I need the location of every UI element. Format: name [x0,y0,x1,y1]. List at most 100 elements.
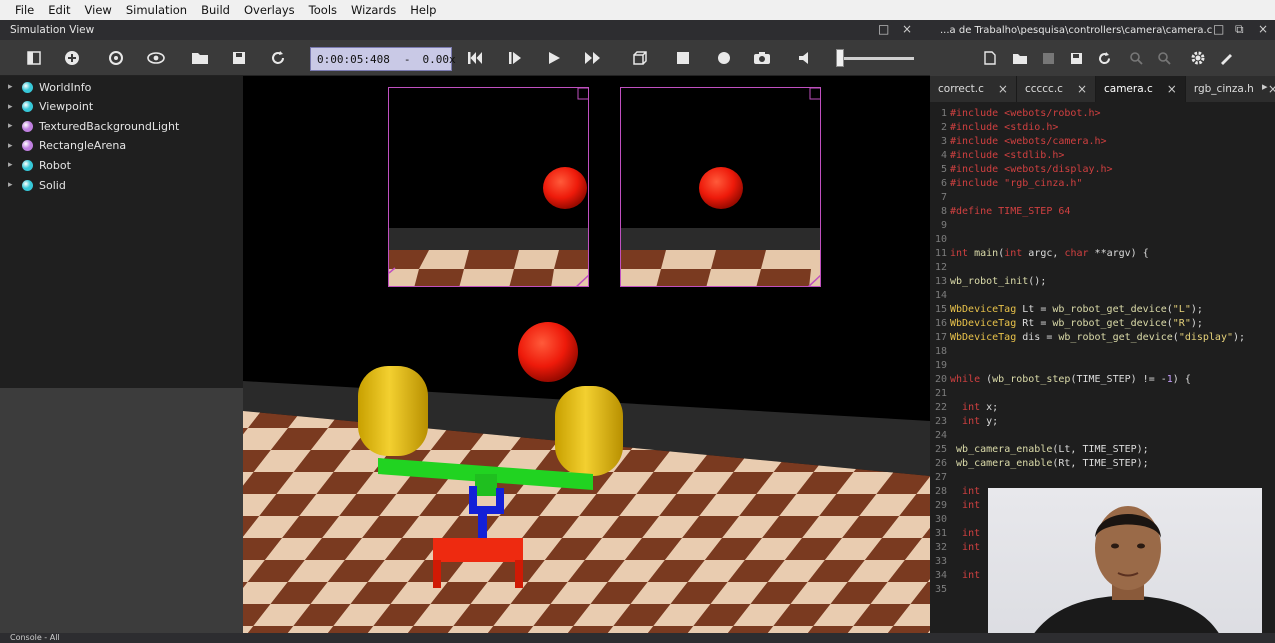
view-3d-icon[interactable] [629,48,649,68]
code-line[interactable]: 7 [930,192,950,206]
menu-view[interactable]: View [78,3,119,17]
close-tab-icon[interactable]: × [1167,82,1177,96]
screenshot-icon[interactable] [752,48,772,68]
reload-icon[interactable] [268,48,288,68]
code-line[interactable]: 19 [930,360,950,374]
save-file-icon[interactable] [1038,48,1058,68]
step-back-icon[interactable] [465,48,485,68]
expand-arrow-icon[interactable]: ▸ [8,160,22,170]
close-tab-icon[interactable]: × [1077,82,1087,96]
expand-arrow-icon[interactable]: ▸ [8,180,22,190]
tree-node-texturedbackgroundlight[interactable]: ▸ TexturedBackgroundLight [8,117,179,135]
code-line[interactable]: 21 [930,388,950,402]
code-line[interactable]: 11 int main(int argc, char **argv) { [930,248,1149,262]
replace-icon[interactable] [1154,48,1174,68]
toggle-panel-icon[interactable] [24,48,44,68]
code-line[interactable]: 6 #include "rgb_cinza.h" [930,178,1082,192]
code-line[interactable]: 18 [930,346,950,360]
tree-node-robot[interactable]: ▸ Robot [8,156,71,174]
code-line[interactable]: 15 WbDeviceTag Lt = wb_robot_get_device("… [930,304,1203,318]
line-code: int [962,500,981,511]
code-line[interactable]: 22 int x; [930,402,998,416]
expand-arrow-icon[interactable]: ▸ [8,121,22,131]
volume-slider-handle[interactable] [836,49,844,67]
code-line[interactable]: 20 while (wb_robot_step(TIME_STEP) != -1)… [930,374,1191,388]
code-line[interactable]: 13 wb_robot_init(); [930,276,1046,290]
right-camera-overlay[interactable] [620,87,821,287]
menu-help[interactable]: Help [403,3,443,17]
restore-icon[interactable]: ⧉ [1235,22,1244,37]
menu-edit[interactable]: Edit [41,3,77,17]
volume-slider[interactable] [838,57,914,60]
code-line[interactable]: 35 [930,584,950,598]
code-line[interactable]: 33 [930,556,950,570]
float-icon[interactable]: □ [878,22,889,36]
new-file-icon[interactable] [980,48,1000,68]
menu-wizards[interactable]: Wizards [344,3,403,17]
code-line[interactable]: 17 WbDeviceTag dis = wb_robot_get_device(… [930,332,1245,346]
menu-tools[interactable]: Tools [302,3,344,17]
code-line[interactable]: 3 #include <webots/camera.h> [930,136,1107,150]
open-world-icon[interactable] [190,48,210,68]
code-line[interactable]: 4 #include <stdlib.h> [930,150,1064,164]
code-line[interactable]: 9 [930,220,950,234]
code-line[interactable]: 26 wb_camera_enable(Rt, TIME_STEP); [930,458,1149,472]
code-line[interactable]: 5 #include <webots/display.h> [930,164,1113,178]
code-line[interactable]: 27 [930,472,950,486]
close-icon[interactable]: × [902,22,912,36]
find-icon[interactable] [1126,48,1146,68]
revert-file-icon[interactable] [1094,48,1114,68]
expand-arrow-icon[interactable]: ▸ [8,102,22,112]
code-line[interactable]: 32 int [930,542,980,556]
tab-ccccc-c[interactable]: ccccc.c × [1017,76,1096,102]
close-tab-icon[interactable]: × [998,82,1008,96]
fast-forward-icon[interactable] [583,48,603,68]
expand-arrow-icon[interactable]: ▸ [8,82,22,92]
code-line[interactable]: 16 WbDeviceTag Rt = wb_robot_get_device("… [930,318,1203,332]
stop-icon[interactable] [673,48,693,68]
close-tab-icon[interactable]: × [1268,82,1275,96]
step-icon[interactable] [505,48,525,68]
close-icon[interactable]: × [1258,22,1268,36]
eye-icon[interactable] [146,48,166,68]
code-line[interactable]: 8 #define TIME_STEP 64 [930,206,1070,220]
float-icon[interactable]: □ [1213,22,1224,36]
code-line[interactable]: 10 [930,234,950,248]
tree-node-solid[interactable]: ▸ Solid [8,176,66,194]
code-line[interactable]: 28 int [930,486,980,500]
add-node-icon[interactable] [62,48,82,68]
gear-icon[interactable] [1188,48,1208,68]
left-camera-overlay[interactable] [388,87,589,287]
expand-arrow-icon[interactable]: ▸ [8,141,22,151]
play-icon[interactable] [544,48,564,68]
code-line[interactable]: 25 wb_camera_enable(Lt, TIME_STEP); [930,444,1149,458]
tab-camera-c[interactable]: camera.c × [1096,76,1186,102]
menu-simulation[interactable]: Simulation [119,3,194,17]
menu-build[interactable]: Build [194,3,237,17]
code-line[interactable]: 29 int [930,500,980,514]
tree-node-worldinfo[interactable]: ▸ WorldInfo [8,78,91,96]
tree-node-rectanglearena[interactable]: ▸ RectangleArena [8,137,126,155]
code-line[interactable]: 30 [930,514,950,528]
code-line[interactable]: 34 int [930,570,980,584]
tab-correct-c[interactable]: correct.c × [930,76,1017,102]
code-line[interactable]: 24 [930,430,950,444]
code-line[interactable]: 23 int y; [930,416,998,430]
code-line[interactable]: 14 [930,290,950,304]
open-file-icon[interactable] [1010,48,1030,68]
tree-node-viewpoint[interactable]: ▸ Viewpoint [8,98,93,116]
tab-scroll-right-icon[interactable]: ▸ [1262,80,1268,93]
revert-icon[interactable] [106,48,126,68]
code-line[interactable]: 2 #include <stdio.h> [930,122,1058,136]
volume-icon[interactable] [796,48,816,68]
code-line[interactable]: 31 int [930,528,980,542]
save-all-icon[interactable] [1066,48,1086,68]
menu-file[interactable]: File [8,3,41,17]
3d-viewport[interactable] [243,76,930,633]
menu-overlays[interactable]: Overlays [237,3,302,17]
record-icon[interactable] [714,48,734,68]
save-world-icon[interactable] [229,48,249,68]
code-line[interactable]: 1 #include <webots/robot.h> [930,108,1101,122]
clean-icon[interactable] [1216,48,1236,68]
code-line[interactable]: 12 [930,262,950,276]
